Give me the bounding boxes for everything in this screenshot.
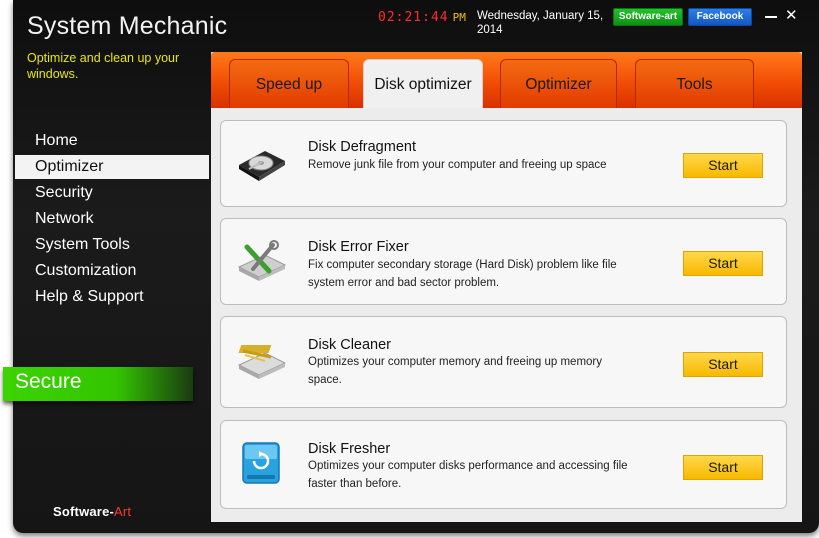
card-title: Disk Error Fixer — [308, 239, 409, 255]
clock-ampm: PM — [452, 11, 466, 24]
main-panel: Speed up Disk optimizer Optimizer Tools … — [211, 52, 802, 522]
card-description: Remove junk file from your computer and … — [308, 159, 607, 171]
hard-drive-icon — [239, 151, 285, 181]
facebook-button[interactable]: Facebook — [688, 8, 752, 26]
tab-disk-optimizer[interactable]: Disk optimizer — [363, 59, 483, 108]
disk-cleaner-card: Disk Cleaner Optimizes your computer mem… — [220, 316, 787, 408]
card-title: Disk Fresher — [308, 441, 391, 457]
sidebar-item-security[interactable]: Security — [13, 180, 209, 206]
tab-bar: Speed up Disk optimizer Optimizer Tools — [211, 52, 802, 108]
footer-logo: Software-Art — [53, 504, 131, 519]
sidebar-nav: Home Optimizer Security Network System T… — [13, 128, 209, 310]
card-title: Disk Cleaner — [308, 337, 391, 353]
clock-time: 02:21:44 — [378, 10, 449, 25]
card-description: Optimizes your computer memory and freei… — [308, 356, 602, 386]
disk-error-fixer-start-button[interactable]: Start — [683, 251, 763, 276]
disk-defragment-start-button[interactable]: Start — [683, 153, 763, 178]
sidebar-item-optimizer[interactable]: Optimizer — [15, 155, 209, 179]
footer-brand: Software- — [53, 504, 115, 519]
sidebar-item-home[interactable]: Home — [13, 128, 209, 154]
disk-repair-icon — [237, 240, 287, 281]
disk-defragment-card: Disk Defragment Remove junk file from yo… — [220, 120, 787, 207]
disk-fresher-start-button[interactable]: Start — [683, 455, 763, 480]
minimize-icon[interactable] — [765, 16, 777, 18]
software-art-button[interactable]: Software-art — [613, 8, 683, 26]
disk-refresh-icon — [242, 442, 280, 484]
app-title: System Mechanic — [27, 12, 228, 40]
disk-error-fixer-card: Disk Error Fixer Fix computer secondary … — [220, 218, 787, 305]
disk-cleaner-start-button[interactable]: Start — [683, 352, 763, 377]
security-status-banner: Secure — [3, 367, 193, 401]
app-window: System Mechanic Optimize and clean up yo… — [3, 0, 819, 533]
sidebar-item-system-tools[interactable]: System Tools — [13, 232, 209, 258]
date-display: Wednesday, January 15, 2014 — [477, 10, 604, 36]
tab-speed-up[interactable]: Speed up — [229, 59, 349, 108]
sidebar-item-network[interactable]: Network — [13, 206, 209, 232]
sidebar-item-help-support[interactable]: Help & Support — [13, 284, 209, 310]
tab-tools[interactable]: Tools — [635, 59, 754, 108]
tab-optimizer[interactable]: Optimizer — [500, 59, 617, 108]
close-icon[interactable]: ✕ — [785, 6, 798, 24]
footer-brand-accent: Art — [114, 504, 132, 519]
card-title: Disk Defragment — [308, 139, 416, 155]
card-description: Fix computer secondary storage (Hard Dis… — [308, 259, 617, 289]
sidebar-item-customization[interactable]: Customization — [13, 258, 209, 284]
tab-content: Disk Defragment Remove junk file from yo… — [211, 108, 802, 522]
card-description: Optimizes your computer disks performanc… — [308, 460, 628, 490]
clock: 02:21:44 PM — [378, 10, 466, 25]
disk-cleaner-icon — [237, 345, 287, 379]
disk-fresher-card: Disk Fresher Optimizes your computer dis… — [220, 420, 787, 509]
app-subtitle: Optimize and clean up your windows. — [27, 51, 180, 81]
